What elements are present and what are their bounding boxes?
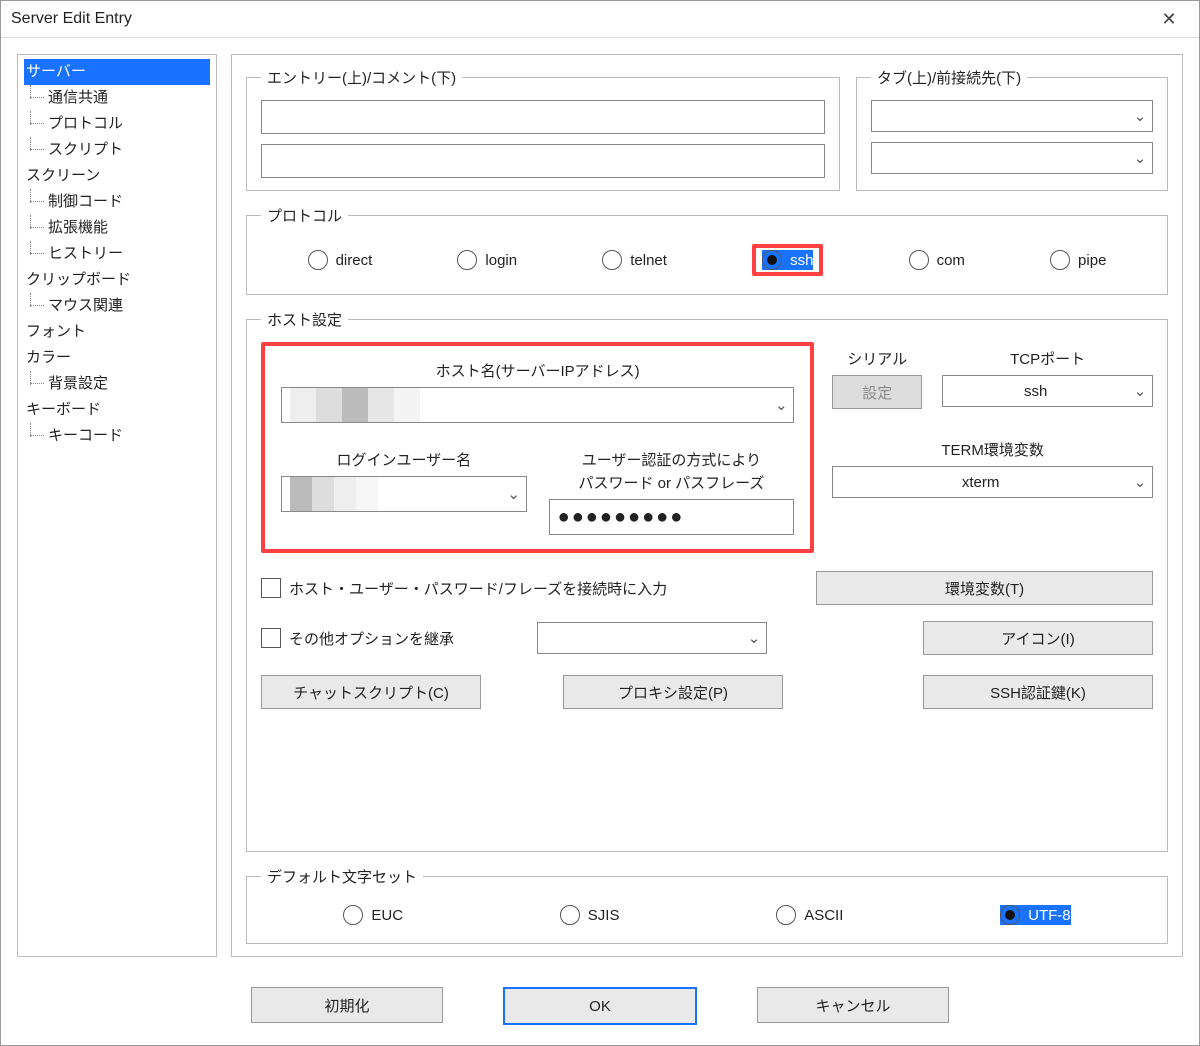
tree-item[interactable]: 拡張機能 <box>24 215 210 241</box>
proxy-settings-button[interactable]: プロキシ設定(P) <box>563 675 783 709</box>
protocol-radio-com[interactable]: com <box>909 250 965 270</box>
tree-item[interactable]: 背景設定 <box>24 371 210 397</box>
tree-item[interactable]: 制御コード <box>24 189 210 215</box>
tree-item[interactable]: フォント <box>24 319 210 345</box>
tree-item[interactable]: クリップボード <box>24 267 210 293</box>
charset-radio-sjis[interactable]: SJIS <box>560 905 620 925</box>
login-redacted <box>290 477 494 511</box>
host-group: ホスト設定 ホスト名(サーバーIPアドレス) <box>246 309 1168 852</box>
tree-item[interactable]: 通信共通 <box>24 85 210 111</box>
tab-name-select[interactable]: ⌄ <box>871 100 1153 132</box>
password-field[interactable]: ●●●●●●●●● <box>549 499 795 535</box>
chevron-down-icon: ⌄ <box>1128 473 1152 491</box>
charset-radio-utf-8[interactable]: UTF-8 <box>1000 905 1071 925</box>
term-env-select[interactable]: xterm ⌄ <box>832 466 1153 498</box>
server-edit-dialog: Server Edit Entry ✕ サーバー通信共通プロトコルスクリプトスク… <box>0 0 1200 1046</box>
inherit-options-checkbox[interactable]: その他オプションを継承 <box>261 628 521 649</box>
dialog-footer: 初期化 OK キャンセル <box>1 973 1199 1045</box>
tree-item[interactable]: サーバー <box>24 59 210 85</box>
chat-script-button[interactable]: チャットスクリプト(C) <box>261 675 481 709</box>
entry-group-label: エントリー(上)/コメント(下) <box>261 67 462 88</box>
chevron-down-icon: ⌄ <box>742 629 766 647</box>
chevron-down-icon: ⌄ <box>1128 107 1152 125</box>
cancel-button[interactable]: キャンセル <box>757 987 949 1023</box>
prompt-at-connect-checkbox[interactable]: ホスト・ユーザー・パスワード/フレーズを接続時に入力 <box>261 578 800 599</box>
inherit-options-select[interactable]: ⌄ <box>537 622 767 654</box>
hostname-redacted <box>290 388 761 422</box>
entry-name-combo[interactable] <box>261 100 825 134</box>
category-tree[interactable]: サーバー通信共通プロトコルスクリプトスクリーン制御コード拡張機能ヒストリークリッ… <box>17 54 217 957</box>
pass-label-1: ユーザー認証の方式により <box>549 449 795 470</box>
icon-button[interactable]: アイコン(I) <box>923 621 1153 655</box>
protocol-group: プロトコル direct login telnet ssh com pipe <box>246 205 1168 295</box>
main-panel: エントリー(上)/コメント(下) タブ(上)/前接続先(下) <box>231 54 1183 957</box>
entry-comment-combo[interactable] <box>261 144 825 178</box>
tab-group: タブ(上)/前接続先(下) ⌄ ⌄ <box>856 67 1168 191</box>
serial-label: シリアル <box>832 348 922 369</box>
titlebar: Server Edit Entry ✕ <box>1 1 1199 38</box>
charset-group-label: デフォルト文字セット <box>261 866 423 887</box>
entry-group: エントリー(上)/コメント(下) <box>246 67 840 191</box>
protocol-radio-direct[interactable]: direct <box>308 250 373 270</box>
tree-item[interactable]: キーコード <box>24 423 210 449</box>
tree-item[interactable]: マウス関連 <box>24 293 210 319</box>
charset-radio-ascii[interactable]: ASCII <box>776 905 843 925</box>
host-group-label: ホスト設定 <box>261 309 348 330</box>
tcp-port-label: TCPポート <box>942 348 1153 369</box>
protocol-radio-telnet[interactable]: telnet <box>602 250 667 270</box>
tree-item[interactable]: ヒストリー <box>24 241 210 267</box>
protocol-radio-pipe[interactable]: pipe <box>1050 250 1106 270</box>
host-highlight-block: ホスト名(サーバーIPアドレス) <box>261 342 814 553</box>
env-vars-button[interactable]: 環境変数(T) <box>816 571 1153 605</box>
protocol-radio-login[interactable]: login <box>457 250 517 270</box>
term-label: TERM環境変数 <box>832 439 1153 460</box>
hostname-combo[interactable]: ⌄ <box>281 387 794 423</box>
login-label: ログインユーザー名 <box>281 449 527 470</box>
login-user-combo[interactable]: ⌄ <box>281 476 527 512</box>
tab-group-label: タブ(上)/前接続先(下) <box>871 67 1027 88</box>
window-title: Server Edit Entry <box>11 10 1149 28</box>
pass-label-2: パスワード or パスフレーズ <box>549 472 795 493</box>
prev-connection-select[interactable]: ⌄ <box>871 142 1153 174</box>
chevron-down-icon: ⌄ <box>769 396 793 414</box>
tree-item[interactable]: スクリプト <box>24 137 210 163</box>
charset-radio-euc[interactable]: EUC <box>343 905 403 925</box>
chevron-down-icon: ⌄ <box>1128 149 1152 167</box>
protocol-radio-ssh[interactable]: ssh <box>762 250 813 270</box>
serial-settings-button: 設定 <box>832 375 922 409</box>
ok-button[interactable]: OK <box>503 987 697 1025</box>
hostname-label: ホスト名(サーバーIPアドレス) <box>281 360 794 381</box>
chevron-down-icon: ⌄ <box>1128 382 1152 400</box>
ssh-key-button[interactable]: SSH認証鍵(K) <box>923 675 1153 709</box>
tree-item[interactable]: プロトコル <box>24 111 210 137</box>
chevron-down-icon: ⌄ <box>502 485 526 503</box>
charset-group: デフォルト文字セット EUC SJIS ASCII UTF-8 <box>246 866 1168 944</box>
tree-item[interactable]: キーボード <box>24 397 210 423</box>
init-button[interactable]: 初期化 <box>251 987 443 1023</box>
protocol-group-label: プロトコル <box>261 205 348 226</box>
tree-item[interactable]: カラー <box>24 345 210 371</box>
tcp-port-select[interactable]: ssh ⌄ <box>942 375 1153 407</box>
close-icon[interactable]: ✕ <box>1149 9 1189 30</box>
tree-item[interactable]: スクリーン <box>24 163 210 189</box>
